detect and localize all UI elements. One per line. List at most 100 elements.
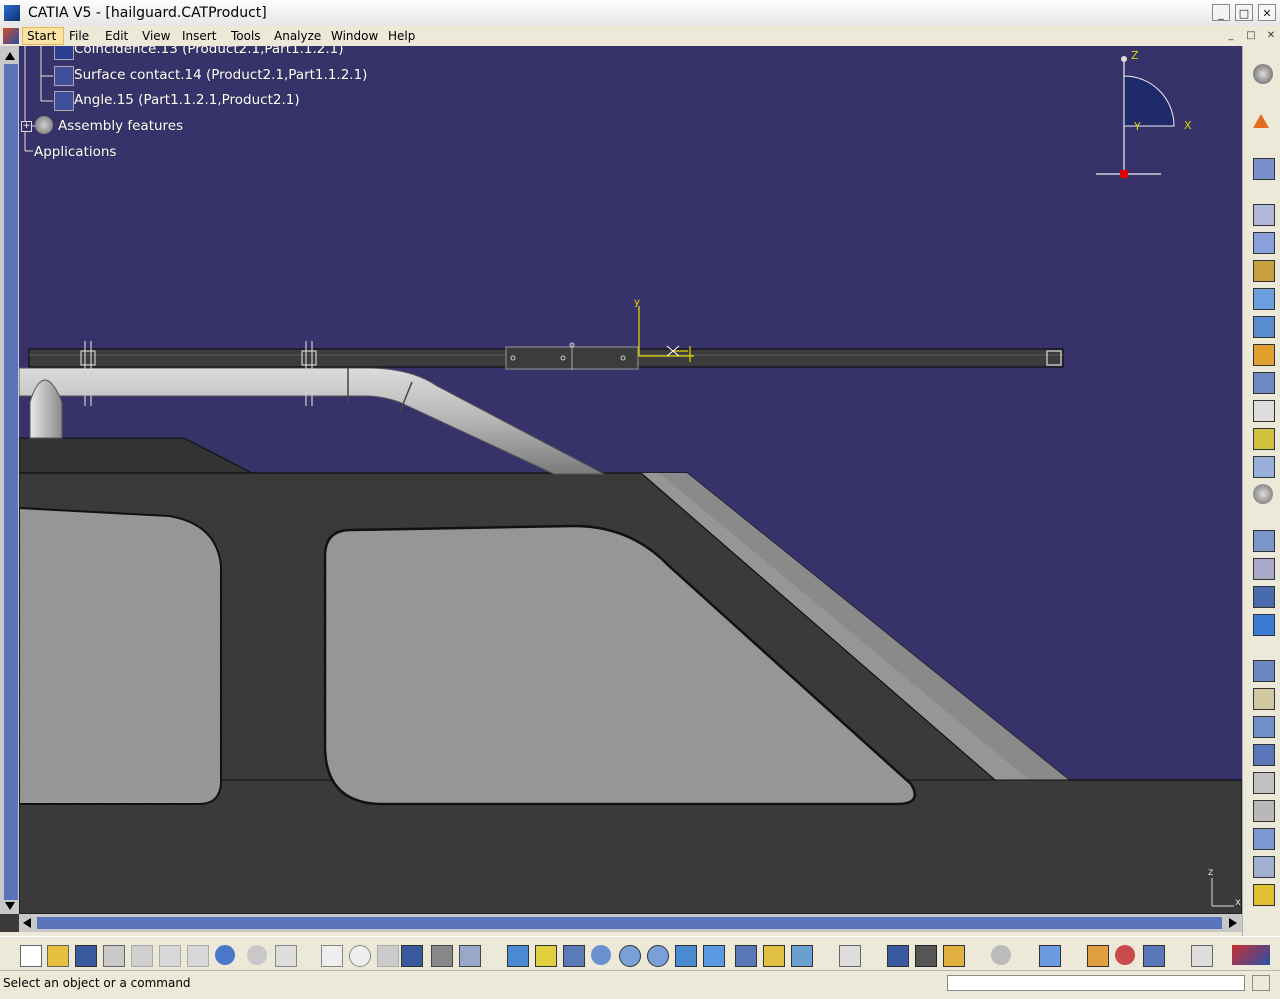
new-component-icon[interactable] (1253, 232, 1275, 254)
iso-view-icon[interactable] (703, 945, 725, 967)
doc-minimize-button[interactable]: _ (1224, 29, 1238, 42)
apply-material-icon[interactable] (1087, 945, 1109, 967)
table-icon[interactable] (401, 945, 423, 967)
compass-icon[interactable] (1096, 56, 1175, 178)
menu-view[interactable]: View (142, 29, 170, 43)
grid-icon[interactable] (1191, 945, 1213, 967)
fit-all-in-icon[interactable] (535, 945, 557, 967)
contact-constraint-icon[interactable] (1253, 688, 1275, 710)
save-icon[interactable] (75, 945, 97, 967)
formula-icon[interactable] (321, 945, 343, 967)
whats-this-icon[interactable] (275, 945, 297, 967)
scroll-right-icon[interactable] (1229, 918, 1237, 928)
maximize-button[interactable]: □ (1235, 4, 1253, 21)
measure-between-icon[interactable] (887, 945, 909, 967)
manipulation-icon[interactable] (1253, 530, 1275, 552)
menu-window[interactable]: Window (331, 29, 378, 43)
change-constraint-icon[interactable] (1253, 884, 1275, 906)
menu-tools[interactable]: Tools (231, 29, 261, 43)
comment-icon[interactable] (349, 945, 371, 967)
update-all-icon[interactable] (1253, 484, 1273, 504)
measure-inertia-icon[interactable] (943, 945, 965, 967)
doc-restore-button[interactable]: □ (1244, 29, 1258, 42)
rotate-icon[interactable] (591, 945, 611, 965)
tree-item-coincidence[interactable]: Coincidence.13 (Product2.1,Part1.1.2.1) (74, 46, 344, 57)
3d-viewport[interactable]: Z Y X z x y Coincidence.13 (Product2.1,P… (19, 46, 1242, 914)
new-file-icon[interactable] (20, 945, 42, 967)
fly-mode-icon[interactable] (507, 945, 529, 967)
scroll-down-icon[interactable] (5, 902, 15, 910)
pan-icon[interactable] (563, 945, 585, 967)
manage-representations-icon[interactable] (1253, 400, 1275, 422)
open-file-icon[interactable] (47, 945, 69, 967)
swap-visible-space-icon[interactable] (791, 945, 813, 967)
paste-icon[interactable] (187, 945, 209, 967)
clash-icon[interactable] (1039, 945, 1061, 967)
tree-item-applications[interactable]: Applications (34, 144, 116, 160)
link-icon[interactable] (377, 945, 399, 967)
redo-icon[interactable] (247, 945, 267, 965)
sectioning-icon[interactable] (1115, 945, 1135, 965)
zoom-in-icon[interactable] (619, 945, 641, 967)
select-arrow-icon[interactable] (1253, 114, 1269, 128)
command-input[interactable] (947, 975, 1245, 991)
explode-icon[interactable] (1253, 586, 1275, 608)
model-geometry[interactable] (19, 46, 1242, 914)
close-button[interactable]: ✕ (1258, 4, 1276, 21)
doc-close-button[interactable]: ✕ (1264, 29, 1278, 42)
scroll-left-icon[interactable] (23, 918, 31, 928)
multi-instantiation-icon[interactable] (1253, 428, 1275, 450)
flexible-rigid-subassembly-icon[interactable] (1253, 856, 1275, 878)
assembly-design-workbench-icon[interactable] (1253, 64, 1273, 84)
new-product-icon[interactable] (1253, 260, 1275, 282)
horizontal-scroll-track[interactable] (37, 917, 1222, 929)
generate-numbering-icon[interactable] (1253, 344, 1275, 366)
tree-item-assembly-features[interactable]: Assembly features (58, 118, 183, 134)
catalog-browser-icon[interactable] (839, 945, 861, 967)
tree-item-angle[interactable]: Angle.15 (Part1.1.2.1,Product2.1) (74, 92, 300, 108)
fast-multi-instantiation-icon[interactable] (1253, 456, 1275, 478)
hide-show-icon[interactable] (763, 945, 785, 967)
scroll-up-icon[interactable] (5, 52, 15, 60)
offset-constraint-icon[interactable] (1253, 716, 1275, 738)
measure-item-icon[interactable] (915, 945, 937, 967)
menu-help[interactable]: Help (388, 29, 415, 43)
fix-component-icon[interactable] (1253, 772, 1275, 794)
snap-icon[interactable] (1253, 558, 1275, 580)
lock-icon[interactable] (431, 945, 453, 967)
cut-icon[interactable] (131, 945, 153, 967)
angle-constraint-tool-icon[interactable] (1253, 744, 1275, 766)
shading-icon[interactable] (735, 945, 757, 967)
menu-start[interactable]: Start (27, 29, 56, 43)
vertical-scrollbar[interactable] (0, 46, 19, 914)
menu-analyze[interactable]: Analyze (274, 29, 321, 43)
normal-view-icon[interactable] (675, 945, 697, 967)
replace-component-icon[interactable] (1253, 288, 1275, 310)
update-icon[interactable] (991, 945, 1011, 965)
quick-constraint-icon[interactable] (1253, 828, 1275, 850)
copy-icon[interactable] (159, 945, 181, 967)
print-icon[interactable] (103, 945, 125, 967)
product-management-icon[interactable] (1253, 158, 1275, 180)
stop-manipulate-on-clash-icon[interactable] (1253, 614, 1275, 636)
existing-component-icon[interactable] (1253, 204, 1275, 226)
coincidence-constraint-tool-icon[interactable] (1253, 660, 1275, 682)
menu-file[interactable]: File (69, 29, 89, 43)
expand-icon[interactable]: + (21, 121, 32, 132)
tree-item-surface-contact[interactable]: Surface contact.14 (Product2.1,Part1.1.2… (74, 67, 367, 83)
menu-edit[interactable]: Edit (105, 29, 128, 43)
undo-icon[interactable] (215, 945, 235, 965)
zoom-out-icon[interactable] (647, 945, 669, 967)
document-icon[interactable] (3, 28, 19, 44)
menu-insert[interactable]: Insert (182, 29, 216, 43)
selective-load-icon[interactable] (1253, 372, 1275, 394)
fix-together-icon[interactable] (1253, 800, 1275, 822)
compass-z-label: Z (1131, 49, 1139, 62)
knowledge-icon[interactable] (459, 945, 481, 967)
graph-tree-reordering-icon[interactable] (1253, 316, 1275, 338)
command-history-button[interactable] (1252, 975, 1270, 991)
horizontal-scrollbar[interactable] (19, 914, 1242, 932)
minimize-button[interactable]: _ (1212, 4, 1230, 21)
vertical-scroll-track[interactable] (4, 64, 18, 900)
distance-band-icon[interactable] (1143, 945, 1165, 967)
